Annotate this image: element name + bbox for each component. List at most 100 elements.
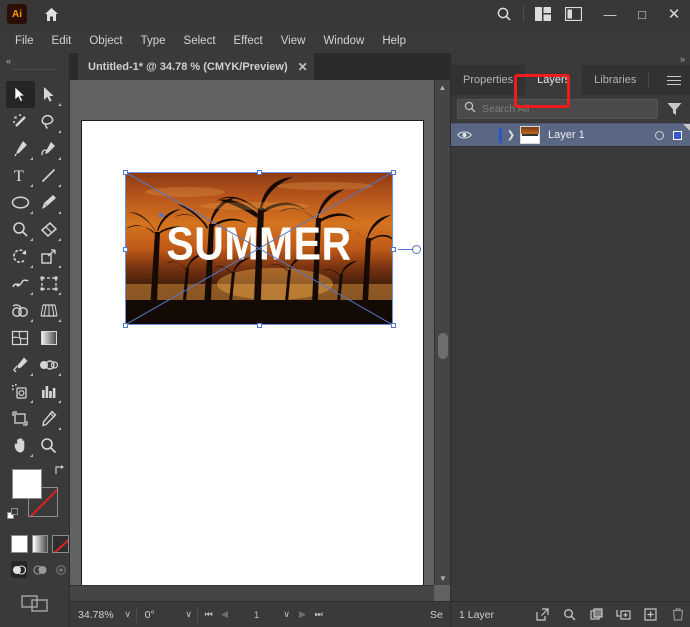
rotation-field[interactable]: 0° ∨ (137, 602, 197, 627)
current-tool-label[interactable]: Se (430, 609, 450, 621)
chevron-right-icon[interactable]: ❯ (502, 130, 520, 141)
arrange-documents-icon[interactable] (528, 0, 558, 28)
target-circle-icon[interactable] (655, 131, 664, 140)
search-input-wrapper[interactable] (457, 99, 658, 119)
rotate-tool[interactable] (6, 243, 35, 270)
canvas-area[interactable]: SUMMER (70, 80, 450, 605)
layer-row[interactable]: ❯ Layer 1 (451, 123, 690, 147)
app-logo-icon[interactable]: Ai (7, 4, 27, 24)
default-fill-stroke-icon[interactable] (7, 508, 20, 521)
scroll-down-icon[interactable]: ▼ (435, 571, 451, 585)
close-document-icon[interactable]: ✕ (298, 60, 308, 74)
visibility-eye-icon[interactable] (451, 130, 477, 140)
menu-effect[interactable]: Effect (225, 32, 272, 50)
gradient-tool[interactable] (35, 324, 64, 351)
fill-swatch[interactable] (12, 469, 42, 499)
menu-view[interactable]: View (272, 32, 315, 50)
mesh-tool[interactable] (6, 324, 35, 351)
selection-indicator-square[interactable] (673, 131, 682, 140)
menu-select[interactable]: Select (175, 32, 225, 50)
search-icon[interactable] (489, 0, 519, 28)
placed-image-summer[interactable]: SUMMER (125, 172, 393, 325)
free-transform-tool[interactable] (35, 270, 64, 297)
previous-artboard-icon[interactable]: ◀ (218, 609, 232, 620)
menu-edit[interactable]: Edit (43, 32, 81, 50)
selection-tool[interactable] (6, 81, 35, 108)
column-graph-tool[interactable] (35, 378, 64, 405)
workspace-switcher-icon[interactable] (558, 0, 588, 28)
canvas-horizontal-scrollbar[interactable] (70, 585, 434, 601)
delete-layer-icon[interactable] (664, 608, 690, 621)
toolbar-collapse-icon[interactable]: « (0, 53, 69, 69)
pen-tool[interactable] (6, 135, 35, 162)
symbol-sprayer-tool[interactable] (6, 378, 35, 405)
ellipse-tool[interactable] (6, 189, 35, 216)
magic-wand-tool[interactable] (6, 108, 35, 135)
toolbar-grip[interactable] (12, 69, 57, 77)
menu-file[interactable]: File (6, 32, 43, 50)
illustrator-window: Ai — □ ✕ File Edit Object Type Select Ef… (0, 0, 690, 627)
width-tool[interactable] (6, 270, 35, 297)
perspective-grid-tool[interactable] (35, 297, 64, 324)
color-swatch-button[interactable] (11, 535, 28, 553)
layer-name[interactable]: Layer 1 (548, 129, 655, 141)
collect-in-new-layer-icon[interactable] (583, 608, 610, 621)
tab-properties[interactable]: Properties (451, 65, 525, 95)
paintbrush-tool[interactable] (35, 189, 64, 216)
line-segment-tool[interactable] (35, 162, 64, 189)
close-button[interactable]: ✕ (658, 0, 690, 28)
eyedropper-tool[interactable] (6, 351, 35, 378)
tab-layers[interactable]: Layers (525, 65, 582, 95)
search-layer-icon[interactable] (556, 608, 583, 621)
search-input[interactable] (482, 103, 651, 115)
scroll-up-icon[interactable]: ▲ (435, 80, 450, 94)
zoom-level-field[interactable]: 34.78% ∨ (70, 602, 136, 627)
home-icon[interactable] (41, 4, 61, 24)
swap-fill-stroke-icon[interactable] (54, 463, 66, 475)
curvature-tool[interactable] (35, 135, 64, 162)
rotation-dropdown-icon[interactable]: ∨ (181, 609, 197, 620)
shaper-tool[interactable] (6, 216, 35, 243)
lasso-tool[interactable] (35, 108, 64, 135)
artboard-dropdown-icon[interactable]: ∨ (280, 609, 294, 620)
draw-inside-icon[interactable] (53, 561, 69, 578)
tab-libraries[interactable]: Libraries (582, 65, 648, 95)
menu-help[interactable]: Help (373, 32, 415, 50)
last-artboard-icon[interactable]: ⏭ (312, 609, 326, 620)
window-controls: — □ ✕ (594, 0, 690, 28)
artboard-tool[interactable] (6, 405, 35, 432)
menu-window[interactable]: Window (314, 32, 373, 50)
menu-type[interactable]: Type (132, 32, 175, 50)
type-tool[interactable]: T (6, 162, 35, 189)
menu-object[interactable]: Object (80, 32, 131, 50)
next-artboard-icon[interactable]: ▶ (296, 609, 310, 620)
shape-builder-tool[interactable] (6, 297, 35, 324)
minimize-button[interactable]: — (594, 0, 626, 28)
first-artboard-icon[interactable]: ⏮ (202, 609, 216, 620)
canvas-vertical-scrollbar[interactable]: ▲ ▼ (434, 80, 450, 585)
none-swatch-button[interactable] (52, 535, 69, 553)
filter-icon[interactable] (664, 102, 684, 116)
document-tab[interactable]: Untitled-1* @ 34.78 % (CMYK/Preview) ✕ (78, 53, 314, 80)
vertical-scroll-thumb[interactable] (438, 333, 448, 359)
artboard[interactable]: SUMMER (81, 120, 424, 593)
locate-object-icon[interactable] (529, 608, 556, 621)
scale-tool[interactable] (35, 243, 64, 270)
eraser-tool[interactable] (35, 216, 64, 243)
new-sublayer-icon[interactable] (610, 608, 637, 621)
draw-normal-icon[interactable] (11, 561, 27, 578)
maximize-button[interactable]: □ (626, 0, 658, 28)
zoom-tool[interactable] (35, 432, 64, 459)
new-layer-icon[interactable] (637, 608, 664, 621)
blend-tool[interactable] (35, 351, 64, 378)
zoom-dropdown-icon[interactable]: ∨ (120, 609, 136, 620)
change-screen-mode-icon[interactable] (0, 592, 69, 614)
direct-selection-tool[interactable] (35, 81, 64, 108)
slice-tool[interactable] (35, 405, 64, 432)
gradient-swatch-button[interactable] (32, 535, 49, 553)
draw-behind-icon[interactable] (32, 561, 48, 578)
panel-expand-icon[interactable]: » (451, 53, 690, 65)
panel-menu-icon[interactable] (658, 65, 690, 95)
layers-search-row (451, 95, 690, 123)
hand-tool[interactable] (6, 432, 35, 459)
